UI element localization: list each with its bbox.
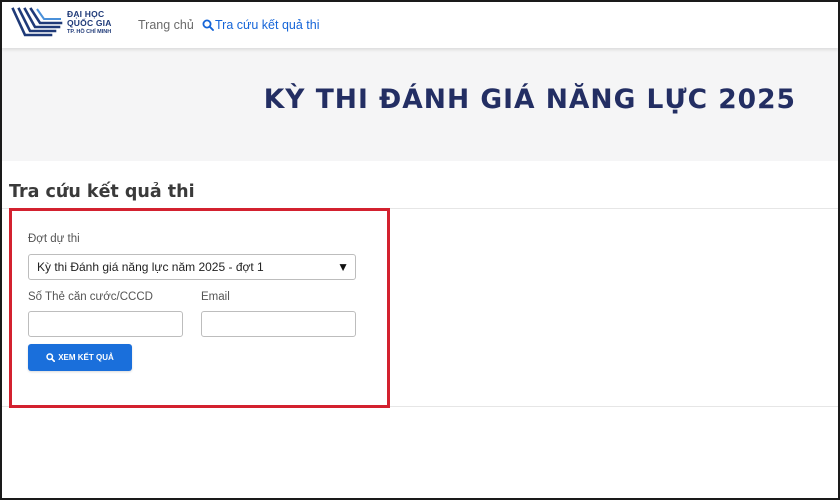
view-results-button-label: XEM KẾT QUẢ (58, 353, 114, 362)
nav-link-home[interactable]: Trang chủ (138, 18, 194, 32)
logo-line-2: QUỐC GIA (67, 18, 112, 28)
chevron-down-icon: ▼ (337, 260, 349, 274)
email-input[interactable] (201, 311, 356, 337)
email-label: Email (201, 291, 230, 303)
page-title: KỲ THI ĐÁNH GIÁ NĂNG LỰC 2025 (263, 84, 796, 115)
university-logo[interactable]: ĐẠI HỌC QUỐC GIA TP. HỒ CHÍ MINH (11, 7, 121, 43)
exam-banner: KỲ THI ĐÁNH GIÁ NĂNG LỰC 2025 (2, 48, 838, 161)
university-logo-icon (11, 7, 63, 37)
lookup-form: Đợt dự thi Kỳ thi Đánh giá năng lực năm … (9, 208, 390, 408)
view-results-button[interactable]: XEM KẾT QUẢ (28, 344, 132, 371)
nav-link-lookup-results[interactable]: Tra cứu kết quả thi (202, 18, 319, 32)
logo-line-3: TP. HỒ CHÍ MINH (67, 29, 112, 35)
search-icon (46, 353, 56, 362)
nav-link-lookup-label: Tra cứu kết quả thi (215, 18, 320, 32)
logo-wordmark: ĐẠI HỌC QUỐC GIA TP. HỒ CHÍ MINH (67, 10, 112, 36)
section-title: Tra cứu kết quả thi (9, 182, 195, 202)
exam-round-label: Đợt dự thi (28, 233, 80, 245)
id-card-label: Số Thẻ căn cước/CCCD (28, 291, 153, 303)
search-icon (202, 19, 214, 31)
id-card-input[interactable] (28, 311, 183, 337)
top-navbar: ĐẠI HỌC QUỐC GIA TP. HỒ CHÍ MINH Trang c… (2, 2, 838, 48)
exam-round-selected-value: Kỳ thi Đánh giá năng lực năm 2025 - đợt … (37, 260, 264, 274)
exam-round-select[interactable]: Kỳ thi Đánh giá năng lực năm 2025 - đợt … (28, 254, 356, 280)
